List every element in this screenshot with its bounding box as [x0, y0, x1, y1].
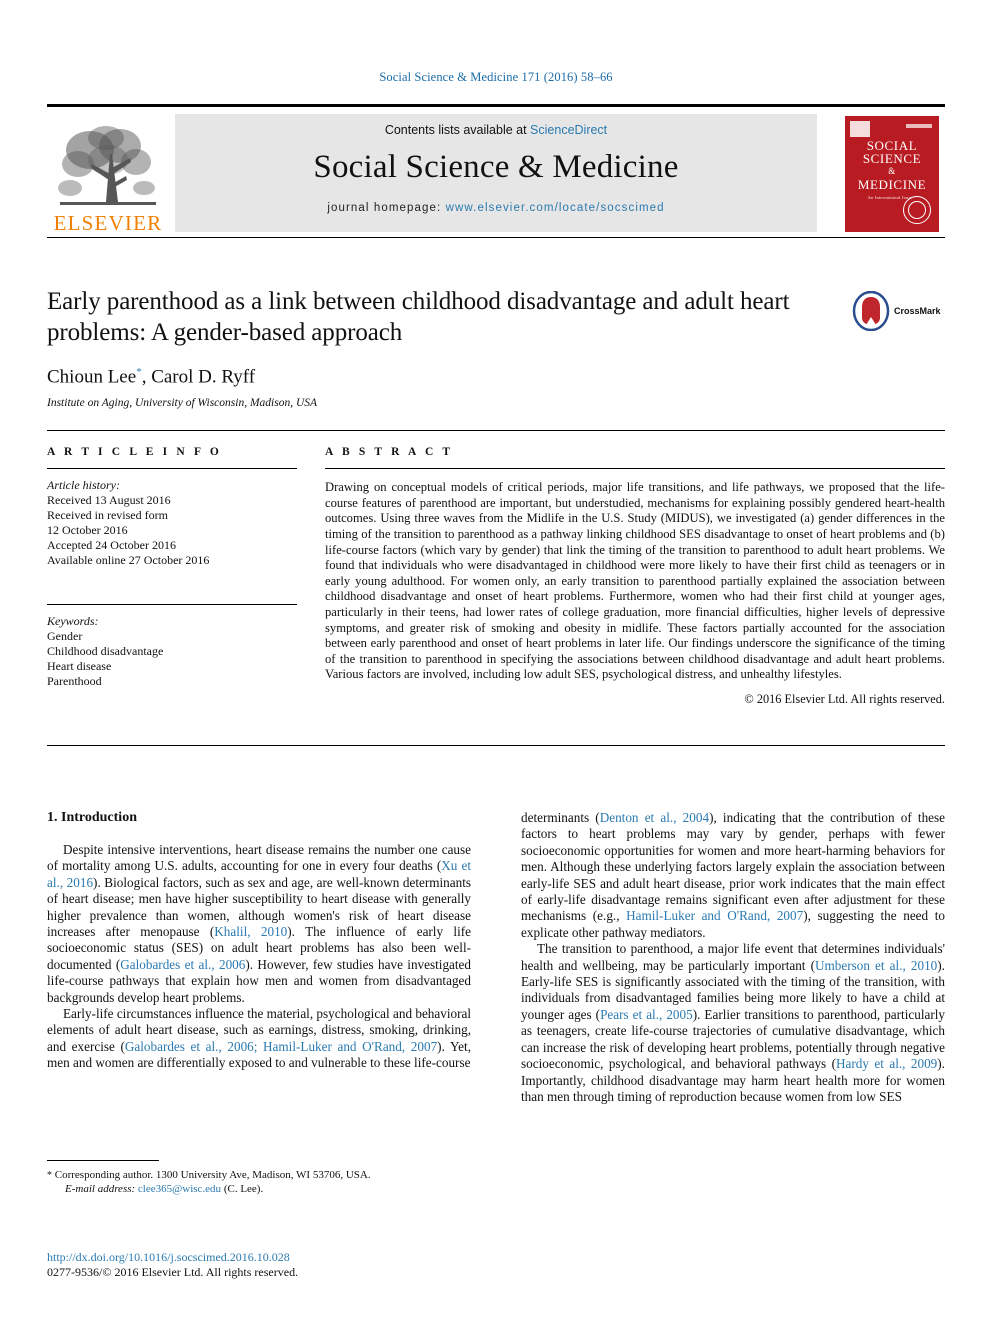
abstract-rule: [325, 468, 945, 470]
journal-homepage-line: journal homepage: www.elsevier.com/locat…: [327, 202, 664, 214]
email-suffix: (C. Lee).: [221, 1182, 264, 1195]
crossmark-label: CrossMark: [894, 306, 941, 316]
paragraph: The transition to parenthood, a major li…: [521, 941, 945, 1105]
cover-issue-mark: [906, 124, 932, 128]
email-note: E-mail address: clee365@wisc.edu (C. Lee…: [47, 1183, 471, 1197]
masthead-top-rule: [47, 104, 945, 107]
paragraph-text: ), indicating that the contribution of t…: [521, 810, 945, 924]
contents-prefix: Contents lists available at: [384, 123, 531, 137]
cover-seal-inner-ring: [908, 201, 926, 219]
citation-link[interactable]: Hardy et al., 2009: [836, 1056, 937, 1071]
corresponding-author-text: Corresponding author. 1300 University Av…: [52, 1169, 371, 1181]
doi-block: http://dx.doi.org/10.1016/j.socscimed.20…: [47, 1250, 471, 1280]
cover-title-line2: SCIENCE: [862, 151, 922, 166]
corresponding-author-note: * Corresponding author. 1300 University …: [47, 1169, 471, 1183]
page-title: Early parenthood as a link between child…: [47, 288, 790, 346]
keyword-item: Childhood disadvantage: [47, 644, 164, 659]
paper-page: Social Science & Medicine 171 (2016) 58–…: [0, 0, 992, 1323]
abstract-heading: A B S T R A C T: [325, 446, 454, 458]
cover-logo-mark: [850, 121, 870, 137]
article-history-label: Article history:: [47, 478, 120, 493]
journal-cover-thumbnail: SOCIAL SCIENCE & MEDICINE An Internation…: [839, 114, 945, 234]
crossmark-icon: [852, 291, 890, 331]
journal-title: Social Science & Medicine: [313, 149, 679, 185]
elsevier-tree-icon: [58, 126, 156, 205]
info-abstract-top-rule: [47, 430, 945, 432]
section-heading-introduction: 1. Introduction: [47, 810, 137, 825]
keyword-item: Heart disease: [47, 659, 112, 674]
citation-link[interactable]: Khalil, 2010: [214, 924, 287, 939]
citation-link[interactable]: Denton et al., 2004: [600, 810, 709, 825]
article-history-line: Accepted 24 October 2016: [47, 538, 176, 553]
info-abstract-bottom-rule: [47, 745, 945, 747]
journal-masthead: ELSEVIER Contents lists available at Sci…: [47, 104, 945, 238]
elsevier-wordmark: ELSEVIER: [53, 211, 163, 235]
cover-title-line4: MEDICINE: [857, 177, 927, 192]
abstract-copyright: © 2016 Elsevier Ltd. All rights reserved…: [744, 691, 945, 706]
footnote-rule: [47, 1160, 159, 1161]
title-block: Early parenthood as a link between child…: [47, 286, 945, 409]
author-list: Chioun Lee*, Carol D. Ryff: [47, 366, 945, 388]
paragraph-text: determinants (: [521, 810, 600, 825]
email-link[interactable]: clee365@wisc.edu: [138, 1183, 221, 1195]
homepage-url-link[interactable]: www.elsevier.com/locate/socscimed: [446, 202, 665, 214]
contents-available-line: Contents lists available at ScienceDirec…: [385, 123, 607, 137]
paragraph: Despite intensive interventions, heart d…: [47, 842, 471, 1006]
paragraph-text: Despite intensive interventions, heart d…: [47, 842, 471, 874]
elsevier-logo: ELSEVIER: [49, 114, 167, 234]
doi-link[interactable]: http://dx.doi.org/10.1016/j.socscimed.20…: [47, 1250, 471, 1265]
citation-link[interactable]: Galobardes et al., 2006; Hamil-Luker and…: [125, 1039, 437, 1054]
homepage-label: journal homepage:: [327, 202, 446, 214]
issn-copyright-line: 0277-9536/© 2016 Elsevier Ltd. All right…: [47, 1265, 299, 1279]
body-column-right: determinants (Denton et al., 2004), indi…: [521, 810, 945, 1105]
running-head: Social Science & Medicine 171 (2016) 58–…: [379, 70, 613, 84]
article-history-line: Received in revised form: [47, 508, 168, 523]
keyword-item: Gender: [47, 629, 83, 644]
article-info-rule: [47, 468, 297, 470]
body-column-left: 1. Introduction Despite intensive interv…: [47, 810, 471, 1072]
article-history-line: Received 13 August 2016: [47, 493, 171, 508]
article-history-line: 12 October 2016: [47, 523, 128, 538]
citation-link[interactable]: Umberson et al., 2010: [815, 958, 937, 973]
cover-seal-icon: [903, 196, 931, 224]
cover-title-text: SOCIAL SCIENCE & MEDICINE: [844, 139, 940, 191]
paragraph: determinants (Denton et al., 2004), indi…: [521, 810, 945, 941]
footnote-block: * Corresponding author. 1300 University …: [47, 1160, 471, 1196]
email-label: E-mail address:: [65, 1182, 136, 1195]
article-history-line: Available online 27 October 2016: [47, 553, 210, 568]
citation-link[interactable]: Hamil-Luker and O'Rand, 2007: [626, 908, 803, 923]
sciencedirect-link[interactable]: ScienceDirect: [530, 123, 607, 137]
keywords-label: Keywords:: [47, 614, 99, 629]
paragraph: Early-life circumstances influence the m…: [47, 1006, 471, 1072]
masthead-bottom-rule: [47, 236, 945, 238]
citation-link[interactable]: Pears et al., 2005: [600, 1007, 693, 1022]
keywords-rule: [47, 604, 297, 606]
author-secondary: , Carol D. Ryff: [141, 366, 256, 388]
article-info-heading: A R T I C L E I N F O: [47, 446, 222, 458]
abstract-column: A B S T R A C T Drawing on conceptual mo…: [325, 446, 945, 707]
crossmark-badge[interactable]: CrossMark: [851, 288, 943, 334]
keyword-item: Parenthood: [47, 674, 102, 689]
citation-link[interactable]: Galobardes et al., 2006: [120, 957, 245, 972]
abstract-text: Drawing on conceptual models of critical…: [325, 480, 945, 682]
masthead-center: Contents lists available at ScienceDirec…: [175, 114, 817, 232]
article-info-column: A R T I C L E I N F O Article history: R…: [47, 446, 297, 689]
author-affiliation: Institute on Aging, University of Wiscon…: [47, 397, 318, 410]
author-primary: Chioun Lee: [47, 366, 137, 388]
journal-cover-image: SOCIAL SCIENCE & MEDICINE An Internation…: [844, 115, 940, 233]
